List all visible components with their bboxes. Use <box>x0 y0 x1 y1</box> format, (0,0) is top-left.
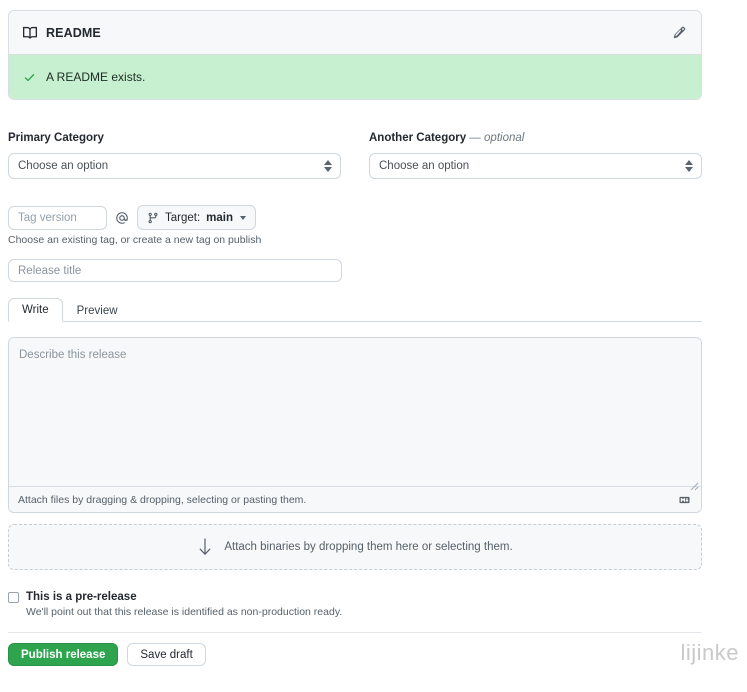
watermark: lijinke <box>680 640 739 665</box>
prerelease-description: We'll point out that this release is ide… <box>26 606 343 618</box>
target-branch-button[interactable]: Target: main <box>137 205 257 230</box>
tab-preview[interactable]: Preview <box>63 299 132 322</box>
release-description-editor: Attach files by dragging & dropping, sel… <box>8 337 702 513</box>
readme-status-text: A README exists. <box>46 70 146 84</box>
another-category-value: Choose an option <box>379 160 470 172</box>
save-draft-button[interactable]: Save draft <box>127 643 206 666</box>
attach-files-hint: Attach files by dragging & dropping, sel… <box>18 493 307 506</box>
another-category-select[interactable]: Choose an option <box>369 153 702 179</box>
footer-actions: Publish release Save draft <box>8 643 206 666</box>
readme-card: README A README exists. <box>8 10 702 100</box>
check-icon <box>23 71 36 84</box>
another-category-label-main: Another Category <box>369 132 467 144</box>
another-category-optional-suffix: — optional <box>469 132 525 144</box>
binaries-dropzone-text: Attach binaries by dropping them here or… <box>224 541 513 553</box>
readme-title: README <box>46 25 101 40</box>
another-category-label: Another Category — optional <box>369 132 702 144</box>
release-title-input[interactable] <box>8 259 342 282</box>
category-section: Primary Category Choose an option Anothe… <box>8 132 702 179</box>
down-arrow-icon <box>197 537 213 557</box>
pencil-icon[interactable] <box>669 23 689 43</box>
tag-help-text: Choose an existing tag, or create a new … <box>8 234 262 246</box>
git-branch-icon <box>147 212 159 224</box>
release-description-textarea[interactable] <box>9 338 701 486</box>
primary-category-group: Primary Category Choose an option <box>8 132 341 179</box>
select-arrows-icon <box>685 160 693 172</box>
footer-divider <box>8 632 702 633</box>
select-arrows-icon <box>324 160 332 172</box>
tab-write[interactable]: Write <box>8 298 63 322</box>
binaries-dropzone[interactable]: Attach binaries by dropping them here or… <box>8 524 702 570</box>
tag-row: Target: main <box>8 205 257 230</box>
tag-version-input[interactable] <box>8 205 107 230</box>
prerelease-section: This is a pre-release We'll point out th… <box>8 591 342 618</box>
markdown-icon[interactable] <box>677 495 692 505</box>
editor-footer: Attach files by dragging & dropping, sel… <box>9 486 701 512</box>
book-icon <box>23 26 37 40</box>
at-symbol-icon <box>116 211 128 224</box>
target-branch-name: main <box>206 211 234 224</box>
publish-release-button[interactable]: Publish release <box>8 643 119 666</box>
another-category-group: Another Category — optional Choose an op… <box>369 132 702 179</box>
editor-tabs: Write Preview <box>8 296 702 322</box>
prerelease-checkbox[interactable] <box>8 592 19 603</box>
readme-status-banner: A README exists. <box>9 55 701 99</box>
release-form-page: README A README exists. Primary Category… <box>0 0 747 692</box>
readme-card-header: README <box>9 11 701 55</box>
primary-category-label: Primary Category <box>8 132 104 144</box>
prerelease-label: This is a pre-release <box>26 591 137 603</box>
chevron-down-icon <box>240 215 247 220</box>
target-prefix-label: Target: <box>165 211 201 224</box>
primary-category-value: Choose an option <box>18 160 109 172</box>
primary-category-select[interactable]: Choose an option <box>8 153 341 179</box>
